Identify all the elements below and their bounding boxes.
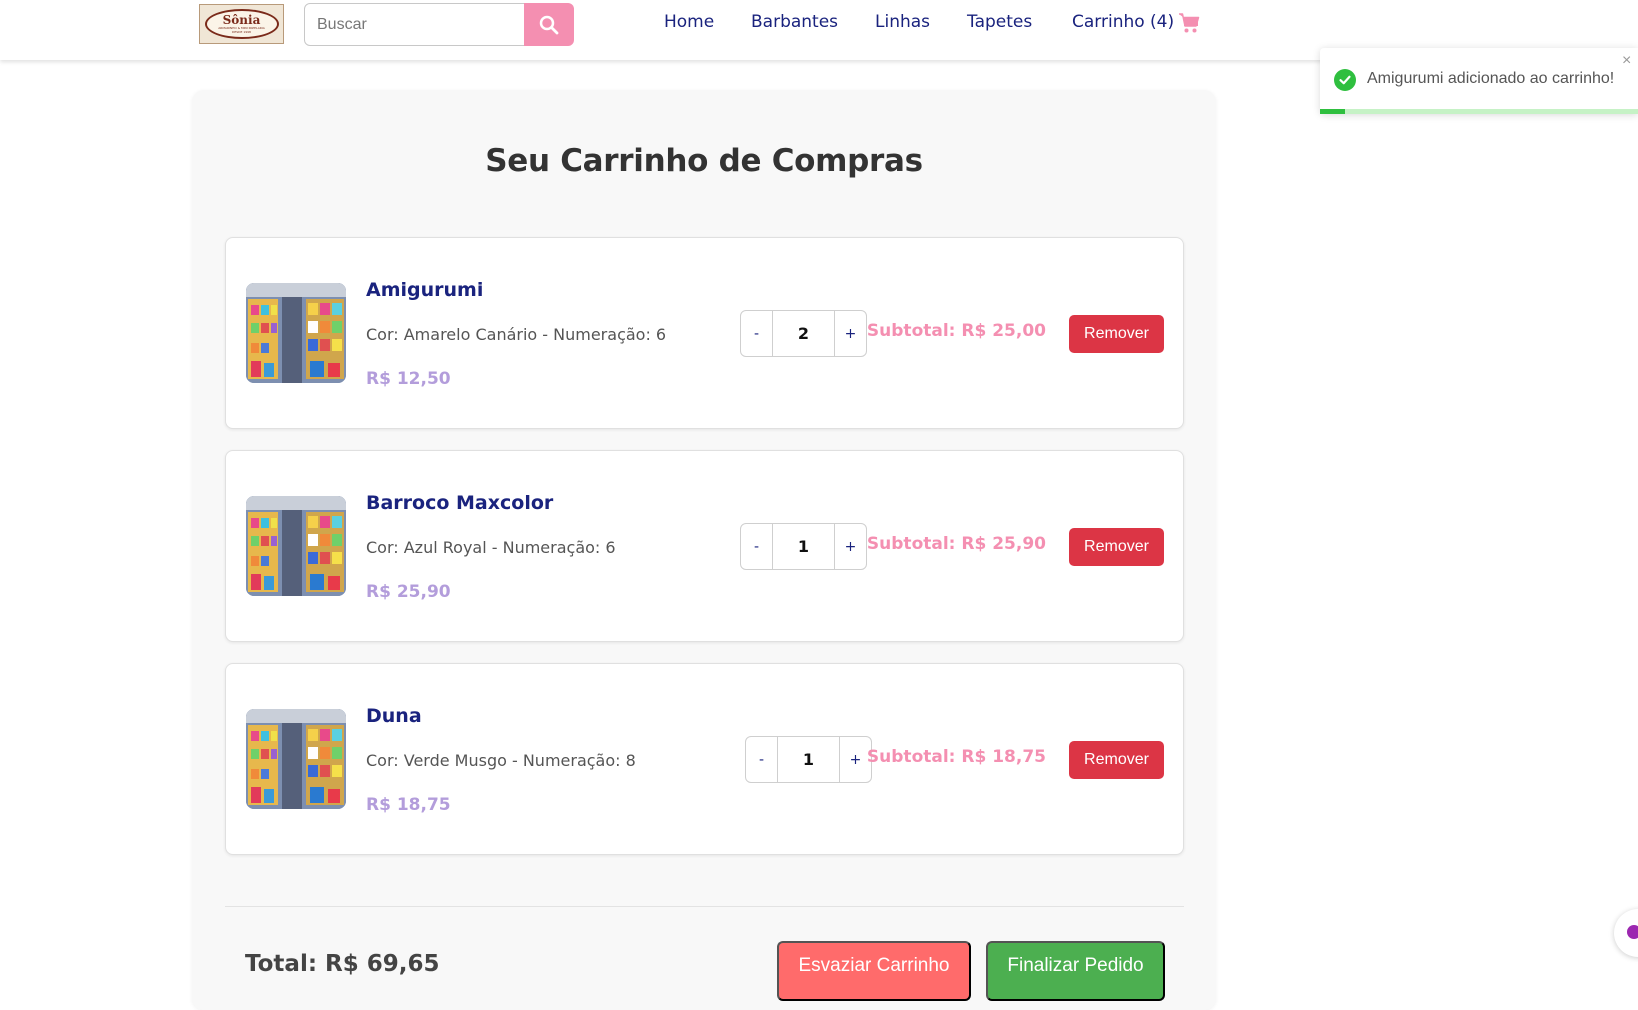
page-title: Seu Carrinho de Compras — [485, 143, 923, 179]
chat-widget-icon — [1627, 925, 1638, 939]
remove-button[interactable]: Remover — [1069, 741, 1164, 779]
nav-carrinho[interactable]: Carrinho (4) — [1072, 12, 1174, 32]
quantity-value[interactable]: 2 — [772, 311, 835, 356]
cart-item: Duna Cor: Verde Musgo - Numeração: 8 R$ … — [225, 663, 1184, 855]
item-subtotal: Subtotal: R$ 18,75 — [866, 747, 1046, 767]
product-price: R$ 18,75 — [366, 795, 451, 815]
product-image — [246, 283, 346, 383]
toast-progress-fill — [1320, 109, 1346, 114]
increment-button[interactable]: + — [835, 524, 866, 569]
product-price: R$ 12,50 — [366, 369, 451, 389]
search-input[interactable] — [304, 3, 525, 46]
search-icon — [539, 15, 559, 34]
quantity-stepper: - 2 + — [740, 310, 867, 357]
toast-close-button[interactable]: × — [1622, 52, 1631, 70]
product-name[interactable]: Duna — [366, 705, 422, 727]
logo-name: Sônia — [222, 13, 261, 27]
product-details: Cor: Verde Musgo - Numeração: 8 — [366, 751, 636, 770]
quantity-value[interactable]: 1 — [777, 737, 840, 782]
cart-item: Amigurumi Cor: Amarelo Canário - Numeraç… — [225, 237, 1184, 429]
cart-item: Barroco Maxcolor Cor: Azul Royal - Numer… — [225, 450, 1184, 642]
quantity-stepper: - 1 + — [745, 736, 872, 783]
logo-since: DESDE 1998 — [232, 30, 251, 34]
logo-emblem: Sônia ARMARINHO & MINI PAPELARIA DESDE 1… — [204, 9, 279, 39]
decrement-button[interactable]: - — [746, 737, 777, 782]
toast-message: Amigurumi adicionado ao carrinho! — [1367, 70, 1615, 87]
check-circle-icon — [1334, 69, 1356, 91]
nav-barbantes[interactable]: Barbantes — [751, 12, 838, 32]
remove-button[interactable]: Remover — [1069, 315, 1164, 353]
product-price: R$ 25,90 — [366, 582, 451, 602]
product-image — [246, 709, 346, 809]
quantity-value[interactable]: 1 — [772, 524, 835, 569]
search-button[interactable] — [524, 3, 574, 46]
toast-progress-bar — [1320, 109, 1638, 114]
nav-linhas[interactable]: Linhas — [875, 12, 930, 32]
product-image — [246, 496, 346, 596]
chat-widget-button[interactable] — [1614, 909, 1638, 957]
quantity-stepper: - 1 + — [740, 523, 867, 570]
increment-button[interactable]: + — [835, 311, 866, 356]
cart-divider — [225, 906, 1184, 907]
cart-total: Total: R$ 69,65 — [245, 951, 440, 977]
checkout-button[interactable]: Finalizar Pedido — [986, 941, 1165, 1001]
clear-cart-button[interactable]: Esvaziar Carrinho — [777, 941, 971, 1001]
product-details: Cor: Azul Royal - Numeração: 6 — [366, 538, 616, 557]
remove-button[interactable]: Remover — [1069, 528, 1164, 566]
nav-tapetes[interactable]: Tapetes — [967, 12, 1032, 32]
item-subtotal: Subtotal: R$ 25,90 — [866, 534, 1046, 554]
toast-notification: Amigurumi adicionado ao carrinho! × — [1320, 48, 1638, 114]
decrement-button[interactable]: - — [741, 311, 772, 356]
store-logo[interactable]: Sônia ARMARINHO & MINI PAPELARIA DESDE 1… — [199, 4, 284, 44]
item-subtotal: Subtotal: R$ 25,00 — [866, 321, 1046, 341]
product-name[interactable]: Amigurumi — [366, 279, 483, 301]
cart-icon[interactable] — [1178, 12, 1200, 38]
nav-home[interactable]: Home — [664, 12, 714, 32]
decrement-button[interactable]: - — [741, 524, 772, 569]
product-name[interactable]: Barroco Maxcolor — [366, 492, 553, 514]
product-details: Cor: Amarelo Canário - Numeração: 6 — [366, 325, 667, 344]
